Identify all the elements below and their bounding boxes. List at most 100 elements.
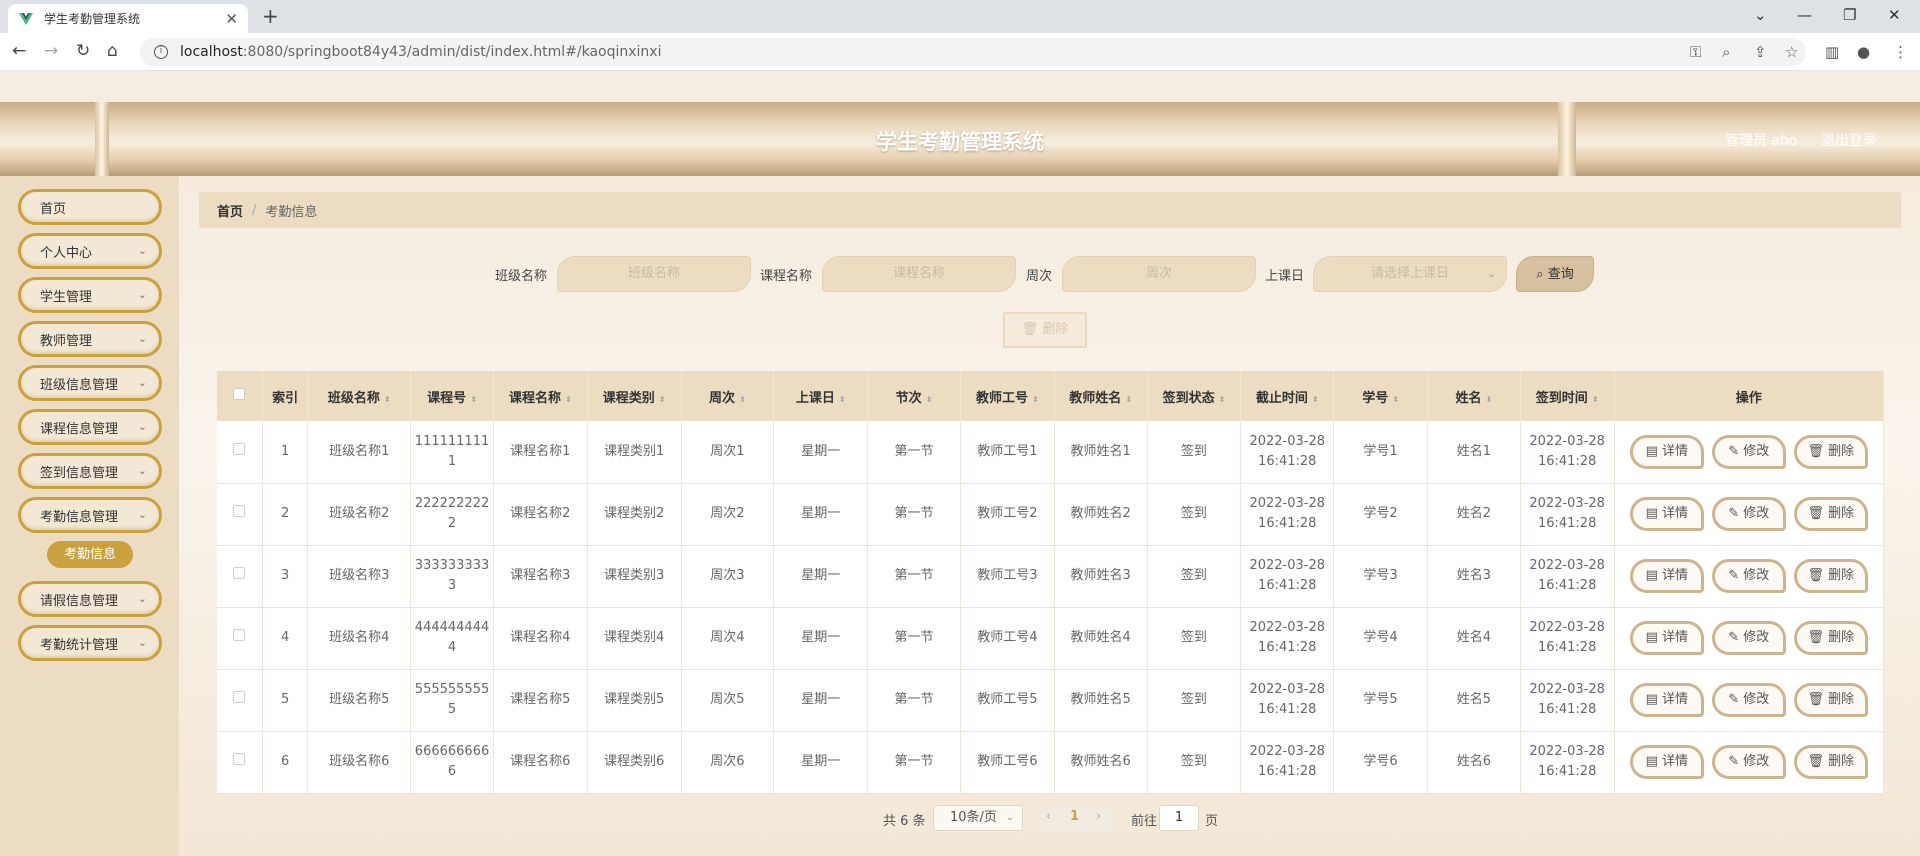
sort-icon[interactable]: ⬍ xyxy=(1486,395,1493,404)
detail-button[interactable]: ▤ 详情 xyxy=(1629,621,1704,655)
edit-button[interactable]: ✎ 修改 xyxy=(1711,559,1786,593)
minimize-icon[interactable]: — xyxy=(1797,6,1812,24)
row-checkbox[interactable] xyxy=(233,505,246,517)
col-header[interactable]: 上课日 ⬍ xyxy=(773,371,869,421)
share-icon[interactable]: ⇪ xyxy=(1754,43,1767,61)
url-field[interactable]: i localhost:8080/springboot84y43/admin/d… xyxy=(140,38,1806,66)
detail-button[interactable]: ▤ 详情 xyxy=(1629,497,1704,531)
sidebar-subitem-attendance-info[interactable]: 考勤信息 xyxy=(47,541,133,568)
row-checkbox[interactable] xyxy=(233,567,246,579)
sidebar-item-courses[interactable]: 课程信息管理 ⌄ xyxy=(18,409,162,445)
col-header[interactable]: 班级名称 ⬍ xyxy=(307,371,412,421)
reload-icon[interactable]: ↻ xyxy=(76,41,90,61)
key-icon[interactable]: ⚿ xyxy=(1690,43,1701,61)
col-header[interactable]: 周次 ⬍ xyxy=(681,371,775,421)
sort-icon[interactable]: ⬍ xyxy=(1032,395,1039,404)
delete-button[interactable]: 🗑 删除 xyxy=(1793,745,1868,779)
sort-icon[interactable]: ⬍ xyxy=(839,395,846,404)
delete-button[interactable]: 🗑 删除 xyxy=(1793,621,1868,655)
page-number[interactable]: 1 xyxy=(1070,809,1079,824)
edit-button[interactable]: ✎ 修改 xyxy=(1711,621,1786,655)
row-checkbox[interactable] xyxy=(233,691,246,703)
sidebar-item-teachers[interactable]: 教师管理 ⌄ xyxy=(18,321,162,357)
new-tab-icon[interactable]: + xyxy=(262,4,279,28)
col-header[interactable]: 课程号 ⬍ xyxy=(410,371,494,421)
edit-button[interactable]: ✎ 修改 xyxy=(1711,434,1786,469)
delete-button[interactable]: 🗑 删除 xyxy=(1793,683,1868,717)
back-icon[interactable]: ← xyxy=(12,41,26,61)
edit-button[interactable]: ✎ 修改 xyxy=(1711,497,1786,531)
edit-button[interactable]: ✎ 修改 xyxy=(1711,683,1786,717)
detail-button[interactable]: ▤ 详情 xyxy=(1629,559,1704,593)
sort-icon[interactable]: ⬍ xyxy=(384,395,391,404)
sort-icon[interactable]: ⬍ xyxy=(659,395,666,404)
week-input[interactable]: 周次 xyxy=(1062,256,1256,292)
sidebar-item-classes[interactable]: 班级信息管理 ⌄ xyxy=(18,365,162,401)
profile-icon[interactable]: ● xyxy=(1857,43,1870,61)
class-name-input[interactable]: 班级名称 xyxy=(557,256,751,292)
detail-button[interactable]: ▤ 详情 xyxy=(1629,683,1704,717)
delete-button[interactable]: 🗑 删除 xyxy=(1793,497,1868,531)
sort-icon[interactable]: ⬍ xyxy=(739,395,746,404)
sidebar-item-leave[interactable]: 请假信息管理 ⌄ xyxy=(18,581,162,617)
sidebar-item-home[interactable]: 首页 xyxy=(18,189,162,225)
tab-close-icon[interactable]: ✕ xyxy=(225,10,238,28)
delete-button[interactable]: 🗑 删除 xyxy=(1793,434,1868,469)
batch-delete-button[interactable]: 🗑 删除 xyxy=(1003,312,1087,348)
col-header[interactable]: 姓名 ⬍ xyxy=(1427,371,1521,421)
prev-page-icon[interactable]: ‹ xyxy=(1046,809,1051,824)
sort-icon[interactable]: ⬍ xyxy=(926,395,933,404)
col-header[interactable]: 课程类别 ⬍ xyxy=(587,371,682,421)
cell-deadline: 2022-03-28 16:41:28 xyxy=(1240,421,1335,484)
col-header[interactable]: 签到状态 ⬍ xyxy=(1147,371,1242,421)
forward-icon[interactable]: → xyxy=(44,41,58,61)
sort-icon[interactable]: ⬍ xyxy=(1125,395,1132,404)
zoom-icon[interactable]: ⌕ xyxy=(1722,43,1730,61)
tab-search-icon[interactable]: ⌄ xyxy=(1754,6,1767,24)
page-size-select[interactable]: 10条/页 ⌄ xyxy=(933,805,1023,831)
browser-tab[interactable]: 学生考勤管理系统 ✕ xyxy=(8,4,248,33)
sidebar-item-stats[interactable]: 考勤统计管理 ⌄ xyxy=(18,625,162,661)
col-header[interactable]: 课程名称 ⬍ xyxy=(493,371,588,421)
row-checkbox[interactable] xyxy=(233,629,246,641)
logout-link[interactable]: 退出登录 xyxy=(1821,130,1877,150)
home-icon[interactable]: ⌂ xyxy=(107,41,118,61)
menu-dots-icon[interactable]: ⋮ xyxy=(1893,43,1908,61)
row-checkbox[interactable] xyxy=(233,442,246,455)
col-header[interactable]: 签到时间 ⬍ xyxy=(1520,371,1615,421)
sidebar-item-signin[interactable]: 签到信息管理 ⌄ xyxy=(18,453,162,489)
col-header[interactable]: 截止时间 ⬍ xyxy=(1240,371,1335,421)
close-window-icon[interactable]: ✕ xyxy=(1888,6,1901,24)
detail-button[interactable]: ▤ 详情 xyxy=(1629,745,1704,779)
query-button[interactable]: ⌕ 查询 xyxy=(1516,256,1594,292)
restore-icon[interactable]: ❐ xyxy=(1843,6,1856,24)
delete-button[interactable]: 🗑 删除 xyxy=(1793,559,1868,593)
sort-icon[interactable]: ⬍ xyxy=(470,395,477,404)
next-page-icon[interactable]: › xyxy=(1096,809,1101,824)
sort-icon[interactable]: ⬍ xyxy=(565,395,572,404)
document-icon: ▤ xyxy=(1645,754,1662,769)
sort-icon[interactable]: ⬍ xyxy=(1219,395,1226,404)
side-panel-icon[interactable]: ▥ xyxy=(1825,43,1839,61)
course-name-input[interactable]: 课程名称 xyxy=(822,256,1016,292)
select-all-checkbox[interactable] xyxy=(233,388,246,400)
url-path: :8080/springboot84y43/admin/dist/index.h… xyxy=(242,44,662,60)
col-header[interactable]: 教师工号 ⬍ xyxy=(960,371,1055,421)
sort-icon[interactable]: ⬍ xyxy=(1312,395,1319,404)
col-header[interactable]: 学号 ⬍ xyxy=(1333,371,1428,421)
site-info-icon[interactable]: i xyxy=(154,45,168,59)
col-header[interactable]: 节次 ⬍ xyxy=(867,371,961,421)
sort-icon[interactable]: ⬍ xyxy=(1392,395,1399,404)
edit-button[interactable]: ✎ 修改 xyxy=(1711,745,1786,779)
row-checkbox[interactable] xyxy=(233,753,246,765)
sidebar-item-attendance[interactable]: 考勤信息管理 ⌄ xyxy=(18,497,162,533)
goto-page-input[interactable]: 1 xyxy=(1159,805,1199,831)
sidebar-item-students[interactable]: 学生管理 ⌄ xyxy=(18,277,162,313)
sort-icon[interactable]: ⬍ xyxy=(1592,395,1599,404)
bookmark-star-icon[interactable]: ☆ xyxy=(1785,43,1798,61)
detail-button[interactable]: ▤ 详情 xyxy=(1629,434,1704,469)
col-header[interactable]: 教师姓名 ⬍ xyxy=(1054,371,1148,421)
breadcrumb-home[interactable]: 首页 xyxy=(217,201,243,220)
day-select[interactable]: 请选择上课日 ⌄ xyxy=(1313,256,1507,292)
sidebar-item-profile[interactable]: 个人中心 ⌄ xyxy=(18,233,162,269)
